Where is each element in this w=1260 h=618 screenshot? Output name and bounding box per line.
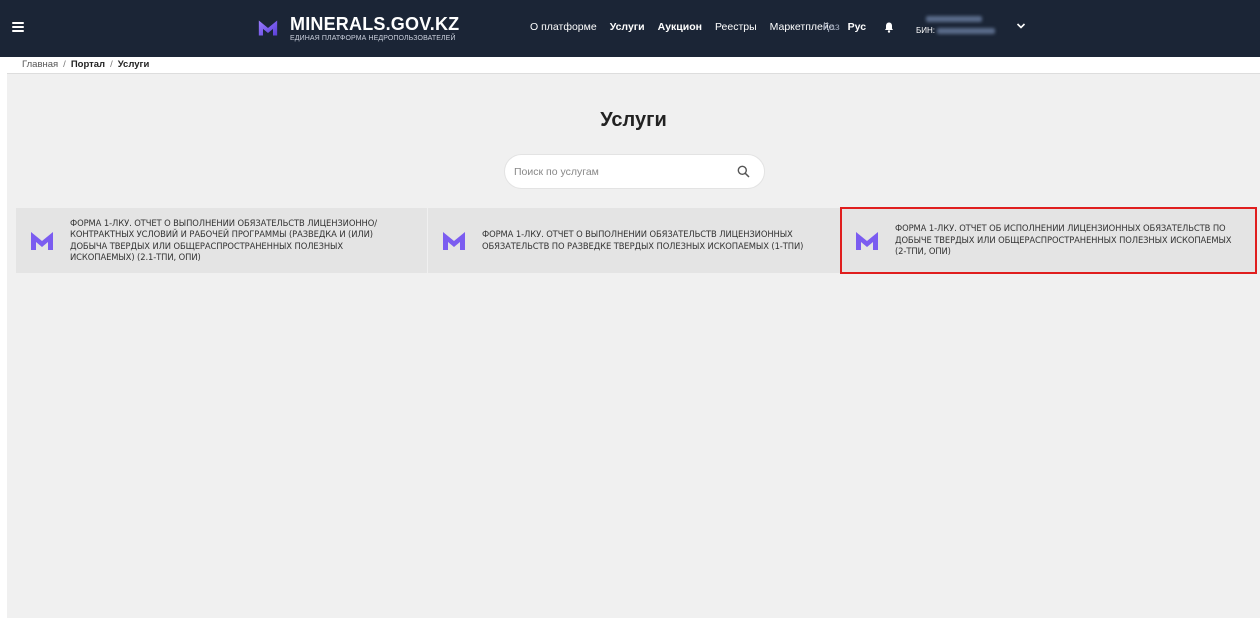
language-switcher: Қаз Рус	[823, 21, 866, 33]
main-nav: О платформе Услуги Аукцион Реестры Марке…	[530, 21, 847, 33]
services-section: Услуги ФОРМА 1-ЛКУ. ОТЧЕТ О ВЫПОЛНЕНИИ О…	[7, 73, 1260, 618]
service-card-selected[interactable]: ФОРМА 1-ЛКУ. ОТЧЕТ ОБ ИСПОЛНЕНИИ ЛИЦЕНЗИ…	[840, 207, 1257, 274]
breadcrumb-home[interactable]: Главная	[22, 59, 58, 70]
nav-item-registries[interactable]: Реестры	[715, 21, 757, 33]
breadcrumb-separator: /	[110, 59, 113, 70]
lang-ru[interactable]: Рус	[848, 21, 866, 33]
user-bin-redacted	[937, 27, 996, 34]
breadcrumb-current: Услуги	[117, 59, 150, 70]
search-box	[504, 154, 765, 189]
m-logo-icon	[258, 20, 278, 36]
user-name-redacted	[926, 15, 982, 22]
breadcrumb-separator: /	[63, 59, 66, 70]
user-profile[interactable]: БИН:	[916, 13, 996, 37]
breadcrumb-portal[interactable]: Портал	[71, 59, 105, 70]
m-logo-icon	[443, 231, 465, 250]
user-bin-label: БИН:	[916, 26, 935, 35]
service-card[interactable]: ФОРМА 1-ЛКУ. ОТЧЕТ О ВЫПОЛНЕНИИ ОБЯЗАТЕЛ…	[428, 208, 840, 273]
nav-item-auction[interactable]: Аукцион	[658, 21, 702, 33]
logo-subtitle: ЕДИНАЯ ПЛАТФОРМА НЕДРОПОЛЬЗОВАТЕЛЕЙ	[290, 35, 456, 42]
search-input[interactable]	[514, 155, 724, 188]
m-logo-icon	[856, 231, 878, 250]
bell-icon[interactable]	[884, 22, 894, 33]
m-logo-icon	[31, 231, 53, 250]
service-card-title: ФОРМА 1-ЛКУ. ОТЧЕТ ОБ ИСПОЛНЕНИИ ЛИЦЕНЗИ…	[895, 223, 1232, 257]
top-navbar: MINERALS.GOV.KZ ЕДИНАЯ ПЛАТФОРМА НЕДРОПО…	[0, 0, 1260, 57]
nav-item-about[interactable]: О платформе	[530, 21, 597, 33]
site-logo[interactable]: MINERALS.GOV.KZ ЕДИНАЯ ПЛАТФОРМА НЕДРОПО…	[258, 15, 459, 43]
hamburger-icon[interactable]	[12, 22, 24, 32]
chevron-down-icon[interactable]	[1016, 22, 1026, 30]
nav-item-services[interactable]: Услуги	[610, 21, 645, 33]
service-card-title: ФОРМА 1-ЛКУ. ОТЧЕТ О ВЫПОЛНЕНИИ ОБЯЗАТЕЛ…	[482, 229, 804, 251]
lang-kz[interactable]: Қаз	[823, 21, 840, 33]
breadcrumb: Главная / Портал / Услуги	[22, 59, 149, 70]
logo-title: MINERALS.GOV.KZ	[290, 14, 460, 34]
search-icon[interactable]	[737, 165, 750, 178]
service-card-title: ФОРМА 1-ЛКУ. ОТЧЕТ О ВЫПОЛНЕНИИ ОБЯЗАТЕЛ…	[70, 217, 377, 263]
page-title: Услуги	[600, 109, 667, 131]
service-card[interactable]: ФОРМА 1-ЛКУ. ОТЧЕТ О ВЫПОЛНЕНИИ ОБЯЗАТЕЛ…	[16, 208, 427, 273]
